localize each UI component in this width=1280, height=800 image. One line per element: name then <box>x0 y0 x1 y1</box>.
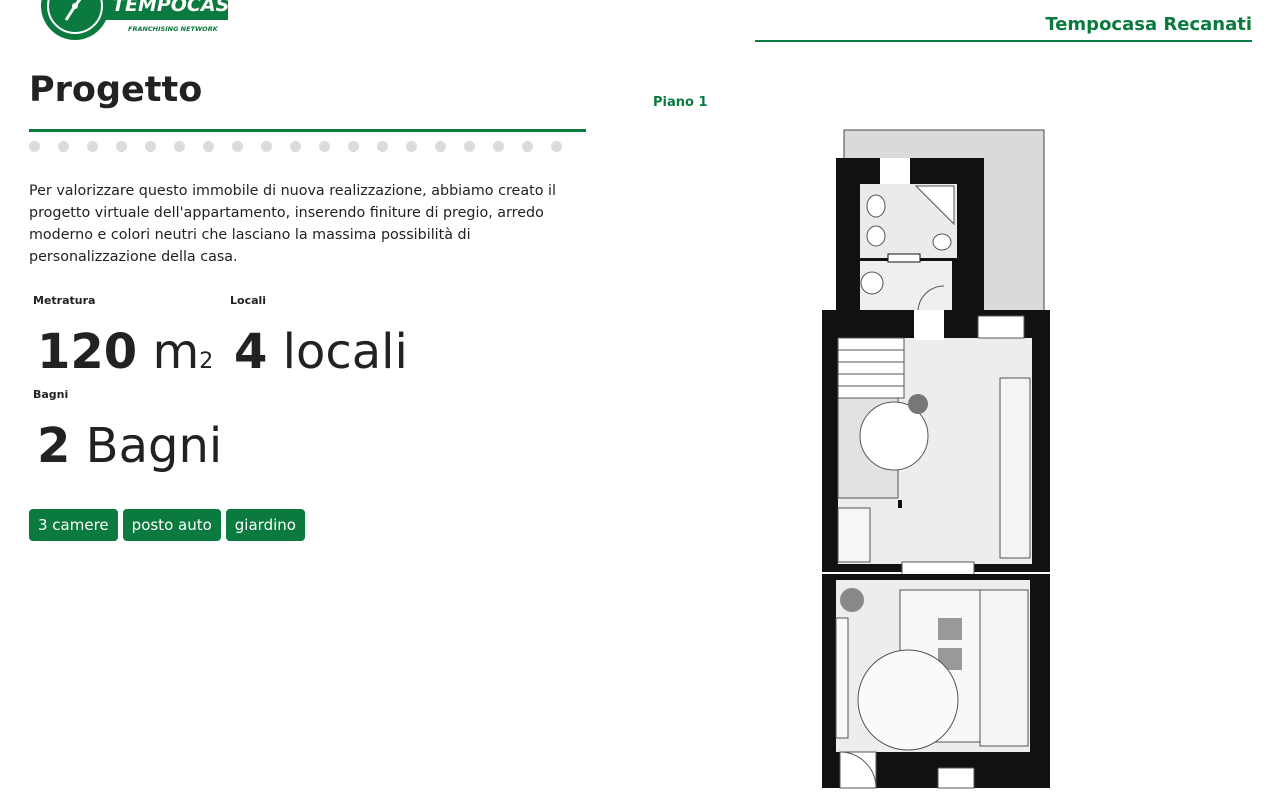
logo-text: TEMPOCASA <box>112 0 230 16</box>
gallery-dot[interactable] <box>435 141 446 152</box>
page-title: Progetto <box>29 70 203 110</box>
gallery-dot[interactable] <box>551 141 562 152</box>
agency-name[interactable]: Tempocasa Recanati <box>1045 14 1252 35</box>
gallery-dot[interactable] <box>493 141 504 152</box>
gallery-dot[interactable] <box>87 141 98 152</box>
metratura-label: Metratura <box>33 294 96 307</box>
gallery-dot[interactable] <box>203 141 214 152</box>
bagni-value: 2 Bagni <box>37 418 222 474</box>
locali-unit: locali <box>282 324 408 380</box>
title-divider <box>29 129 586 132</box>
gallery-dot[interactable] <box>319 141 330 152</box>
gallery-dots <box>29 141 562 152</box>
gallery-dot[interactable] <box>377 141 388 152</box>
tag-posto-auto[interactable]: posto auto <box>122 509 221 541</box>
gallery-dot[interactable] <box>174 141 185 152</box>
gallery-dot[interactable] <box>116 141 127 152</box>
locali-number: 4 <box>234 324 268 380</box>
metratura-value: 120 m2 <box>37 324 213 380</box>
tempocasa-logo[interactable]: TEMPOCASA FRANCHISING NETWORK <box>28 0 230 42</box>
floor-plan-drawing[interactable] <box>818 128 1054 792</box>
gallery-dot[interactable] <box>290 141 301 152</box>
metratura-unit: m <box>152 324 200 380</box>
gallery-dot[interactable] <box>29 141 40 152</box>
metratura-unit-sup: 2 <box>199 349 214 374</box>
gallery-dot[interactable] <box>261 141 272 152</box>
locali-label: Locali <box>230 294 267 307</box>
gallery-dot[interactable] <box>58 141 69 152</box>
agency-divider <box>755 40 1252 42</box>
gallery-dot[interactable] <box>522 141 533 152</box>
feature-tags: 3 camere posto auto giardino <box>29 509 305 541</box>
locali-value: 4 locali <box>234 324 408 380</box>
bagni-label: Bagni <box>33 388 69 401</box>
floor-label: Piano 1 <box>653 95 708 110</box>
gallery-dot[interactable] <box>348 141 359 152</box>
metratura-number: 120 <box>37 324 138 380</box>
gallery-dot[interactable] <box>406 141 417 152</box>
gallery-dot[interactable] <box>145 141 156 152</box>
gallery-dot[interactable] <box>464 141 475 152</box>
gallery-dot[interactable] <box>232 141 243 152</box>
logo-subtext: FRANCHISING NETWORK <box>128 25 219 33</box>
tag-camere[interactable]: 3 camere <box>29 509 118 541</box>
tag-giardino[interactable]: giardino <box>225 509 305 541</box>
description: Per valorizzare questo immobile di nuova… <box>29 183 556 265</box>
bagni-unit: Bagni <box>85 418 223 474</box>
bagni-number: 2 <box>37 418 71 474</box>
